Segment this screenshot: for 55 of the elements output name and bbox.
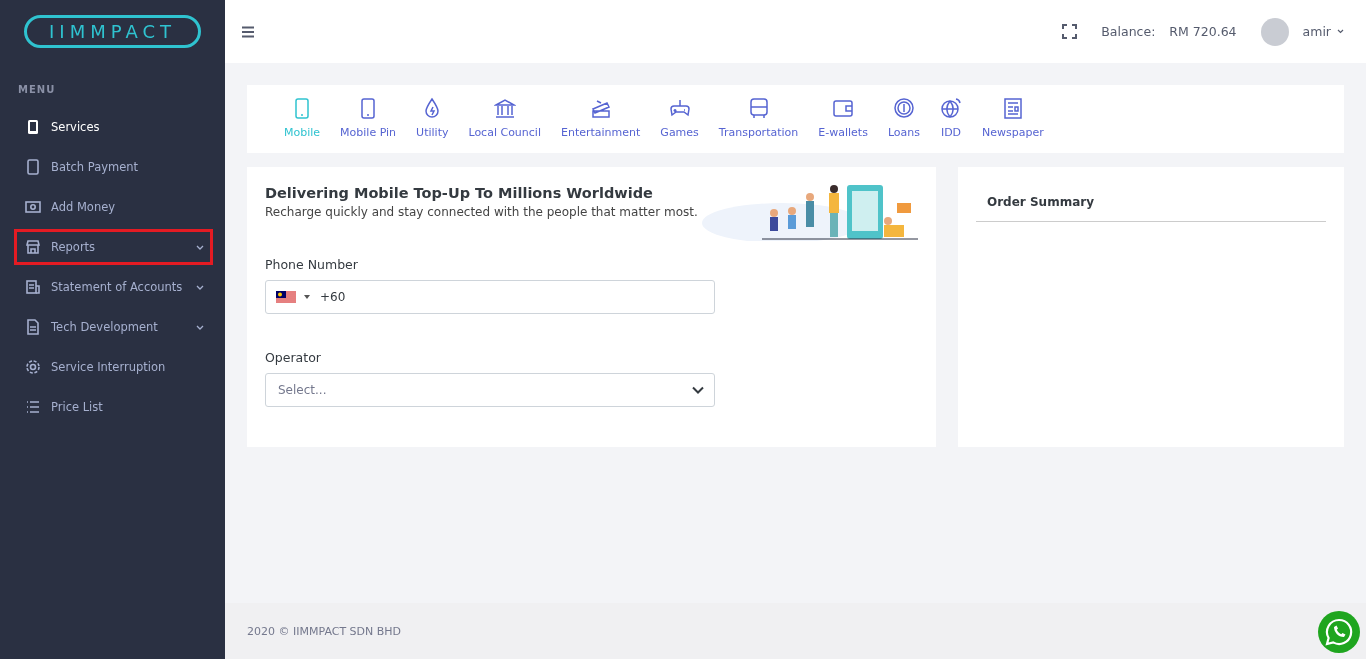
category-tab[interactable]: Games (653, 97, 706, 139)
user-name[interactable]: amir (1302, 24, 1331, 39)
caret-icon[interactable] (304, 295, 310, 299)
form-title: Delivering Mobile Top-Up To Millions Worldwide (265, 185, 654, 201)
phone-icon (25, 119, 41, 135)
chevron-icon[interactable] (692, 386, 704, 394)
balance-label: Balance: (1101, 24, 1156, 39)
list-icon (25, 399, 41, 415)
flag-icon[interactable] (276, 290, 296, 304)
category-tab[interactable]: IDD (933, 97, 969, 139)
wallet-icon (832, 97, 855, 120)
store-icon (25, 239, 41, 255)
coin-icon (892, 97, 915, 120)
globe-icon (940, 97, 962, 120)
operator-dropdown[interactable]: Select... (265, 373, 715, 407)
copyright-text: 2020 © IIMMPACT SDN BHD (247, 624, 402, 638)
phone-icon (25, 159, 41, 175)
category-tab[interactable]: Entertainment (554, 97, 648, 139)
phone-field[interactable]: +60 (265, 280, 715, 314)
sidebar-item[interactable]: Service Interruption (14, 349, 213, 385)
sidebar-item[interactable]: Batch Payment (14, 149, 213, 185)
tickets-icon (589, 97, 612, 120)
phone-input[interactable]: +60 (318, 289, 704, 305)
sidebar-item[interactable]: Reports (14, 229, 213, 265)
category-tab[interactable]: Local Council (461, 97, 548, 139)
category-tab[interactable]: Newspaper (975, 97, 1051, 139)
sidebar-item[interactable]: Price List (14, 389, 213, 425)
phone-label: Phone Number (265, 257, 359, 272)
menu-heading: MENU (17, 84, 57, 95)
category-tab[interactable]: Transportation (711, 97, 806, 139)
file-icon (25, 319, 41, 335)
banknote-icon (25, 199, 41, 215)
bus-icon (747, 97, 770, 120)
settings-icon (25, 359, 41, 375)
sidebar-item[interactable]: Add Money (14, 189, 213, 225)
operator-input[interactable]: Select... (276, 382, 684, 398)
order-summary-title: Order Summary (976, 195, 1326, 222)
operator-label: Operator (265, 350, 322, 365)
bank-icon (493, 97, 516, 120)
logo: IIMMPACT (24, 15, 201, 48)
balance-amount: RM 720.64 (1169, 24, 1237, 39)
category-tab[interactable]: E-wallets (811, 97, 875, 139)
menu-icon[interactable] (241, 25, 255, 38)
chat-icon[interactable] (1318, 611, 1360, 653)
category-tab[interactable]: Utility (409, 97, 456, 139)
sidebar-item[interactable]: Tech Development (14, 309, 213, 345)
sidebar-item[interactable]: Statement of Accounts (14, 269, 213, 305)
fullscreen-icon[interactable] (1062, 24, 1078, 39)
newspaper-icon (1001, 97, 1024, 120)
category-tab[interactable]: Loans (880, 97, 927, 139)
form-subtitle: Recharge quickly and stay connected with the people that matter most. (265, 205, 698, 219)
document-icon (25, 279, 41, 295)
category-tab[interactable]: Mobile Pin (333, 97, 404, 139)
caret-icon[interactable] (1337, 29, 1344, 34)
sidebar-item[interactable]: Services (14, 109, 213, 145)
